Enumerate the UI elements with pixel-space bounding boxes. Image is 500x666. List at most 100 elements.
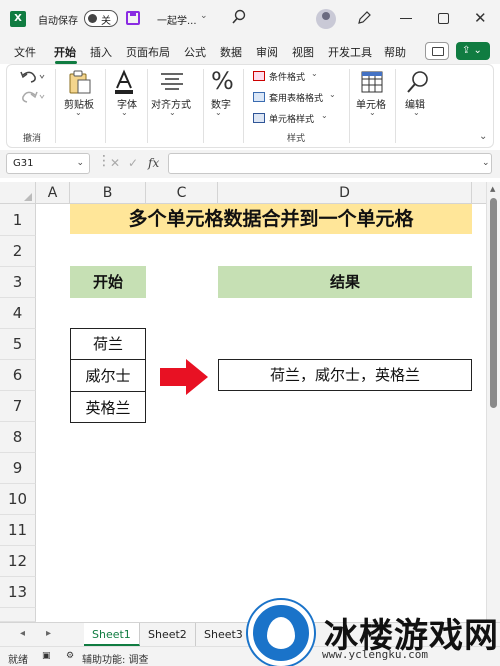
tab-review[interactable]: 审阅 <box>256 44 278 60</box>
row-header[interactable]: 7 <box>0 391 36 422</box>
accessibility-icon[interactable]: ⚙ <box>66 651 74 661</box>
excel-window: X 自动保存 关 一起学... ⌄ ✕ 文件 开始 插入 页面布局 公式 数据 … <box>0 0 500 666</box>
chevron-down-icon[interactable]: ⌄ <box>329 90 336 99</box>
header-result-cell[interactable]: 结果 <box>218 266 472 298</box>
tab-developer[interactable]: 开发工具 <box>328 44 372 60</box>
align-icon[interactable] <box>159 71 185 93</box>
status-accessibility[interactable]: 辅助功能: 调查 <box>82 651 149 666</box>
tab-file[interactable]: 文件 <box>14 44 36 60</box>
tab-view[interactable]: 视图 <box>292 44 314 60</box>
styles-group-label: 样式 <box>287 134 306 144</box>
row-header[interactable]: 13 <box>0 577 36 608</box>
row-header[interactable]: 5 <box>0 329 36 360</box>
column-header-d[interactable]: D <box>218 182 472 204</box>
title-cell[interactable]: 多个单元格数据合并到一个单元格 <box>70 204 472 234</box>
row-header[interactable]: 8 <box>0 422 36 453</box>
table-format-label[interactable]: 套用表格格式 <box>269 91 323 104</box>
toggle-state: 关 <box>101 16 111 27</box>
chevron-down-icon[interactable]: ⌄ <box>369 108 376 117</box>
tab-insert[interactable]: 插入 <box>90 44 112 60</box>
cells-icon[interactable] <box>360 69 384 95</box>
row-header[interactable]: 12 <box>0 546 36 577</box>
chevron-down-icon[interactable]: ⌄ <box>169 108 176 117</box>
data-cell[interactable]: 英格兰 <box>71 393 145 424</box>
row-header[interactable]: 2 <box>0 236 36 267</box>
sheet-tab[interactable]: Sheet1 <box>84 623 140 646</box>
document-title[interactable]: 一起学... <box>157 12 197 27</box>
chevron-down-icon[interactable]: ⌄ <box>200 11 208 21</box>
select-all-button[interactable] <box>0 182 36 204</box>
chevron-down-icon[interactable]: ⌄ <box>121 108 128 117</box>
divider <box>147 69 148 143</box>
sheet-tab[interactable]: Sheet3 <box>196 623 252 646</box>
chevron-down-icon[interactable]: ⌄ <box>413 108 420 117</box>
save-icon[interactable] <box>126 11 140 25</box>
search-icon[interactable] <box>231 9 247 25</box>
fx-icon[interactable]: fx <box>148 156 159 170</box>
tab-page-layout[interactable]: 页面布局 <box>126 44 170 60</box>
formula-input[interactable] <box>168 153 492 174</box>
row-header[interactable]: 1 <box>0 204 36 236</box>
tab-help[interactable]: 帮助 <box>384 44 406 60</box>
chevron-down-icon[interactable]: ⌄ <box>311 69 318 78</box>
data-range: 荷兰 威尔士 英格兰 <box>70 328 146 423</box>
autosave-toggle[interactable]: 关 <box>84 10 118 27</box>
column-header-b[interactable]: B <box>70 182 146 204</box>
percent-icon[interactable]: % <box>211 67 234 95</box>
cancel-icon[interactable]: ✕ <box>110 156 120 170</box>
row-header[interactable]: 9 <box>0 453 36 484</box>
undo-group-label: 撤消 <box>23 134 42 144</box>
data-cell[interactable]: 威尔士 <box>71 361 145 392</box>
toggle-knob <box>88 14 97 23</box>
conditional-format-icon <box>253 71 265 81</box>
chevron-down-icon[interactable]: ⌄ <box>482 158 490 168</box>
cell-style-label[interactable]: 单元格样式 <box>269 112 314 125</box>
row-header[interactable]: 6 <box>0 360 36 391</box>
scroll-up-icon[interactable]: ▲ <box>490 185 495 193</box>
tab-data[interactable]: 数据 <box>220 44 242 60</box>
column-header-c[interactable]: C <box>146 182 218 204</box>
column-header-a[interactable]: A <box>36 182 70 204</box>
pen-icon[interactable] <box>356 10 372 26</box>
chevron-down-icon[interactable]: ⌄ <box>76 154 84 173</box>
next-sheet-icon[interactable]: ▸ <box>46 628 51 639</box>
comment-button[interactable] <box>425 42 449 60</box>
formula-bar: G31 ⌄ ⋮ ✕ ✓ fx ⌄ <box>0 150 500 178</box>
collapse-ribbon-icon[interactable]: ⌄ <box>479 131 487 142</box>
check-icon[interactable]: ✓ <box>128 156 138 170</box>
redo-icon[interactable] <box>19 89 45 105</box>
ribbon: 撤消 剪贴板 ⌄ 字体 ⌄ 对齐方式 ⌄ % 数字 ⌄ 条件格式 ⌄ 套用表格格… <box>6 64 494 148</box>
row-header[interactable]: 4 <box>0 298 36 329</box>
search-icon[interactable] <box>405 69 431 95</box>
font-color-icon[interactable] <box>111 69 137 95</box>
clipboard-icon[interactable] <box>67 69 93 95</box>
share-button[interactable]: ⇪ ⌄ <box>456 42 490 60</box>
watermark-logo <box>248 600 314 666</box>
row-header[interactable]: 11 <box>0 515 36 546</box>
data-cell[interactable]: 荷兰 <box>71 329 145 360</box>
row-header[interactable]: 10 <box>0 484 36 515</box>
chevron-down-icon[interactable]: ⌄ <box>215 108 222 117</box>
minimize-button[interactable] <box>400 18 412 19</box>
row-header[interactable]: 3 <box>0 267 36 298</box>
vertical-scrollbar[interactable]: ▲ <box>486 182 500 622</box>
maximize-button[interactable] <box>438 13 449 24</box>
chevron-down-icon[interactable]: ⌄ <box>75 108 82 117</box>
row-header[interactable] <box>0 608 36 622</box>
header-start-cell[interactable]: 开始 <box>70 266 146 298</box>
name-box[interactable]: G31 ⌄ <box>6 153 90 174</box>
scrollbar-thumb[interactable] <box>490 198 497 408</box>
conditional-format-label[interactable]: 条件格式 <box>269 70 305 83</box>
result-cell[interactable]: 荷兰，威尔士，英格兰 <box>218 359 472 391</box>
undo-icon[interactable] <box>19 69 45 85</box>
tab-formulas[interactable]: 公式 <box>184 44 206 60</box>
tab-home[interactable]: 开始 <box>54 44 76 60</box>
sheet-tab[interactable]: Sheet2 <box>140 623 196 646</box>
avatar[interactable] <box>316 9 336 29</box>
prev-sheet-icon[interactable]: ◂ <box>20 628 25 639</box>
autosave-label: 自动保存 <box>38 16 78 27</box>
close-button[interactable]: ✕ <box>474 9 487 27</box>
divider <box>203 69 204 143</box>
chevron-down-icon[interactable]: ⌄ <box>321 111 328 120</box>
macro-record-icon[interactable]: ▣ <box>42 651 51 661</box>
